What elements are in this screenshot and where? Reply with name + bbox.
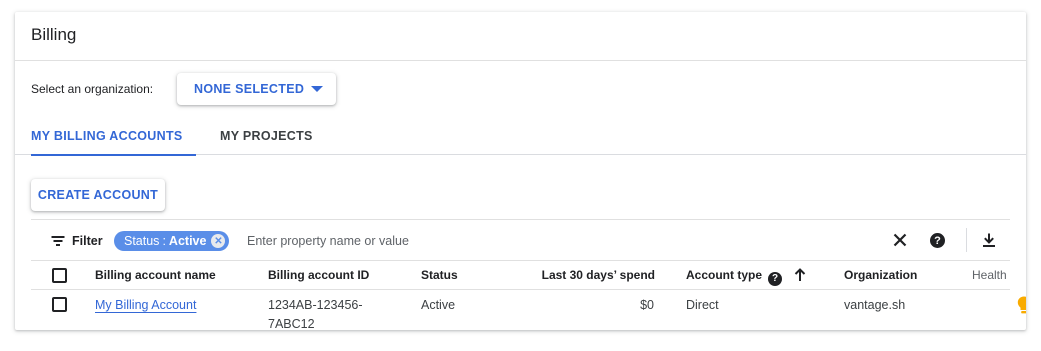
close-icon[interactable] [892, 232, 908, 248]
column-header-account-type-wrap[interactable]: Account type? [686, 268, 806, 286]
org-select-label: Select an organization: [31, 82, 154, 96]
status-value: Active [421, 298, 456, 312]
header-divider [15, 60, 1026, 61]
help-icon[interactable]: ? [930, 233, 945, 248]
column-header-health[interactable]: Health [972, 268, 1007, 282]
billing-account-id-line2: 7ABC12 [268, 317, 315, 330]
chip-value: Active [168, 234, 207, 248]
download-icon[interactable] [981, 232, 997, 248]
lightbulb-icon[interactable] [1017, 296, 1026, 314]
billing-account-id-line1: 1234AB-123456- [268, 298, 363, 312]
tab-my-projects[interactable]: MY PROJECTS [220, 124, 313, 155]
billing-account-id: 1234AB-123456- 7ABC12 [268, 296, 363, 330]
table-header-row: Billing account name Billing account ID … [31, 260, 1010, 290]
org-select-value: NONE SELECTED [194, 82, 305, 96]
column-header-organization[interactable]: Organization [844, 268, 917, 282]
help-icon[interactable]: ? [768, 271, 783, 286]
create-account-button[interactable]: CREATE ACCOUNT [31, 179, 165, 211]
chip-key: Status [124, 234, 160, 248]
sort-up-arrow-icon[interactable] [794, 268, 806, 282]
tab-label: MY PROJECTS [220, 129, 313, 143]
tab-bar: MY BILLING ACCOUNTS MY PROJECTS [15, 124, 1026, 156]
table-row: My Billing Account 1234AB-123456- 7ABC12… [31, 290, 1026, 330]
chip-close-icon[interactable]: ✕ [211, 234, 226, 248]
account-type-value: Direct [686, 298, 719, 312]
organization-value: vantage.sh [844, 298, 906, 312]
column-header-name[interactable]: Billing account name [95, 268, 216, 282]
select-all-checkbox[interactable] [52, 268, 67, 283]
dropdown-caret-icon [311, 86, 324, 92]
filter-bar: Filter Status : Active ✕ ? [31, 219, 1010, 260]
tab-label: MY BILLING ACCOUNTS [31, 129, 183, 143]
billing-account-name-link[interactable]: My Billing Account [95, 296, 196, 315]
tab-my-billing-accounts[interactable]: MY BILLING ACCOUNTS [31, 124, 196, 156]
column-header-spend[interactable]: Last 30 days’ spend [542, 268, 655, 282]
org-select-dropdown[interactable]: NONE SELECTED [177, 73, 336, 105]
column-header-account-type: Account type [686, 268, 763, 282]
status-filter-chip[interactable]: Status : Active ✕ [114, 231, 230, 251]
column-header-status[interactable]: Status [421, 268, 458, 282]
filter-icon[interactable] [51, 236, 64, 247]
spend-value: $0 [640, 298, 654, 312]
row-checkbox[interactable] [52, 297, 67, 312]
filter-label: Filter [72, 234, 103, 248]
billing-card: Billing Select an organization: NONE SEL… [15, 12, 1026, 330]
chip-separator: : [162, 234, 166, 248]
page-title: Billing [31, 25, 77, 44]
toolbar-divider [966, 228, 967, 252]
column-header-id[interactable]: Billing account ID [268, 268, 369, 282]
filter-input[interactable] [247, 231, 547, 251]
